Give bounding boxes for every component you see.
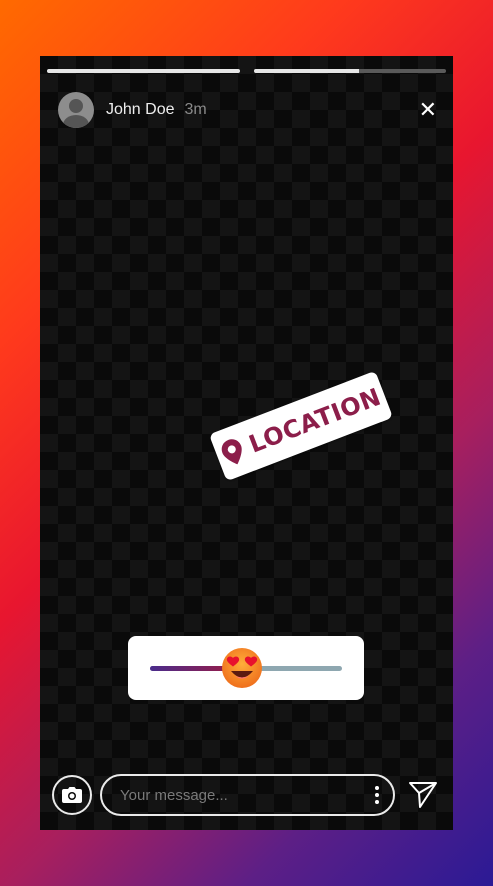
username[interactable]: John Doe	[106, 101, 175, 119]
story-header: John Doe 3m ✕	[58, 90, 441, 130]
location-pin-icon	[221, 439, 242, 465]
close-icon[interactable]: ✕	[415, 95, 441, 125]
message-input[interactable]	[118, 785, 371, 805]
progress-fill-2	[253, 69, 360, 73]
message-field[interactable]	[100, 774, 395, 816]
progress-segment-2	[253, 69, 446, 73]
send-icon	[409, 782, 437, 808]
heart-eyes-emoji-icon[interactable]	[220, 646, 264, 690]
post-time: 3m	[184, 101, 207, 118]
location-sticker-label: LOCATION	[245, 382, 385, 459]
send-button[interactable]	[403, 775, 443, 815]
story-progress	[47, 69, 446, 73]
camera-button[interactable]	[52, 775, 92, 815]
progress-fill-1	[47, 69, 240, 73]
story-viewer: John Doe 3m ✕ LOCATION	[40, 56, 453, 830]
emoji-slider-sticker[interactable]	[128, 636, 364, 700]
camera-icon	[62, 787, 82, 803]
progress-segment-1	[47, 69, 240, 73]
user-avatar-icon[interactable]	[58, 92, 94, 128]
message-composer	[52, 772, 443, 818]
location-sticker[interactable]: LOCATION	[208, 370, 394, 482]
more-vertical-icon[interactable]	[371, 782, 383, 808]
